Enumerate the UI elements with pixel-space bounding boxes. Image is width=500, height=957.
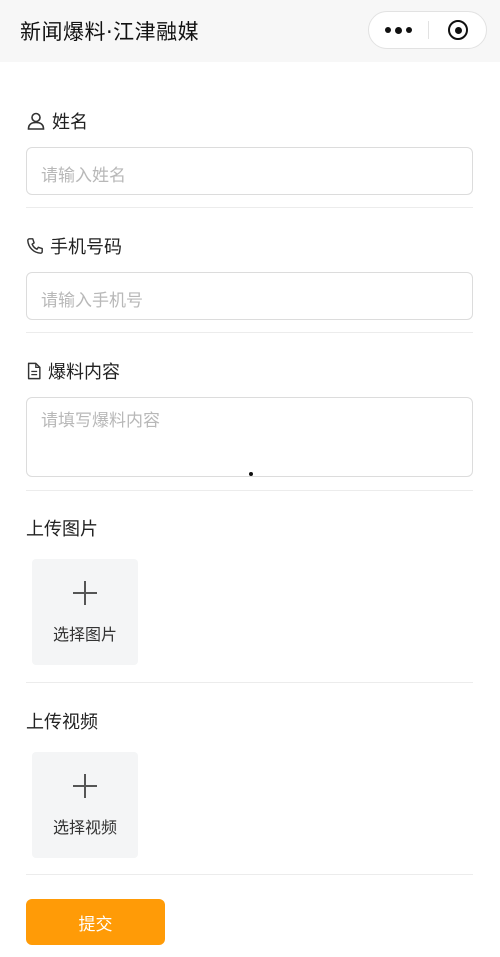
person-icon	[27, 112, 45, 130]
submit-button[interactable]: 提交	[26, 899, 165, 945]
content-placeholder: 请填写爆料内容	[41, 411, 160, 431]
cursor-dot	[249, 472, 253, 476]
divider	[26, 682, 473, 683]
phone-label: 手机号码	[26, 233, 122, 259]
plus-icon	[73, 581, 97, 605]
content-label: 爆料内容	[26, 358, 120, 384]
divider	[26, 490, 473, 491]
mini-program-capsule	[368, 11, 487, 49]
select-video-button[interactable]: 选择视频	[32, 752, 138, 858]
page-title: 新闻爆料·江津融媒	[20, 20, 200, 44]
image-upload-title: 上传图片	[26, 519, 98, 540]
phone-label-text: 手机号码	[50, 237, 122, 258]
plus-icon	[73, 774, 97, 798]
close-program-button[interactable]	[429, 12, 487, 48]
name-label-text: 姓名	[52, 112, 88, 133]
phone-input[interactable]: 请输入手机号	[26, 272, 473, 320]
name-placeholder: 请输入姓名	[41, 166, 126, 186]
content-label-text: 爆料内容	[48, 362, 120, 383]
select-image-button[interactable]: 选择图片	[32, 559, 138, 665]
more-dots-icon[interactable]	[369, 12, 428, 48]
name-label: 姓名	[26, 108, 88, 134]
select-image-label: 选择图片	[52, 625, 117, 644]
video-upload-title: 上传视频	[26, 712, 98, 733]
target-icon	[448, 20, 468, 40]
top-bar: 新闻爆料·江津融媒	[0, 0, 500, 62]
divider	[26, 207, 473, 208]
divider	[26, 332, 473, 333]
phone-placeholder: 请输入手机号	[41, 291, 143, 311]
content-textarea[interactable]: 请填写爆料内容	[26, 397, 473, 477]
name-input[interactable]: 请输入姓名	[26, 147, 473, 195]
phone-icon	[27, 238, 43, 254]
divider	[26, 874, 473, 875]
document-icon	[27, 362, 41, 380]
select-video-label: 选择视频	[52, 818, 117, 837]
